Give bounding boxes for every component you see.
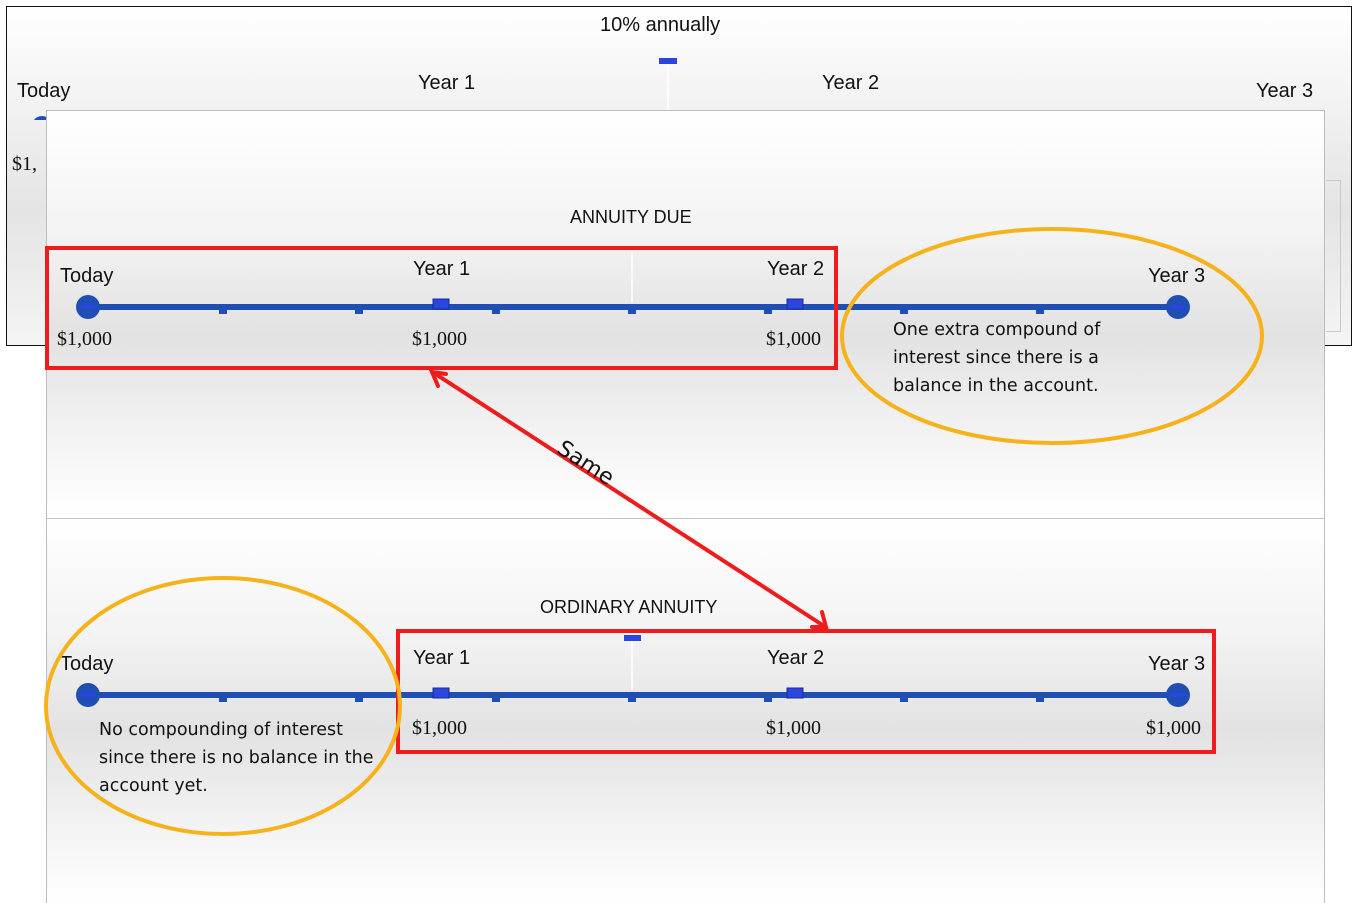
oa-year2-marker	[786, 687, 804, 699]
ad-year2-marker	[786, 298, 804, 310]
oa-year1-marker	[432, 687, 450, 699]
annuity-due-timeline	[76, 252, 1190, 319]
oa-center-marker	[624, 635, 641, 641]
ordinary-annuity-timeline	[76, 635, 1190, 707]
same-arrow	[428, 369, 829, 629]
diagram-overlay	[44, 227, 1264, 836]
annuity-due-ellipse	[840, 227, 1264, 445]
ad-year1-marker	[432, 298, 450, 310]
ordinary-annuity-ellipse	[44, 576, 402, 836]
ordinary-annuity-highlight-box	[396, 629, 1216, 754]
